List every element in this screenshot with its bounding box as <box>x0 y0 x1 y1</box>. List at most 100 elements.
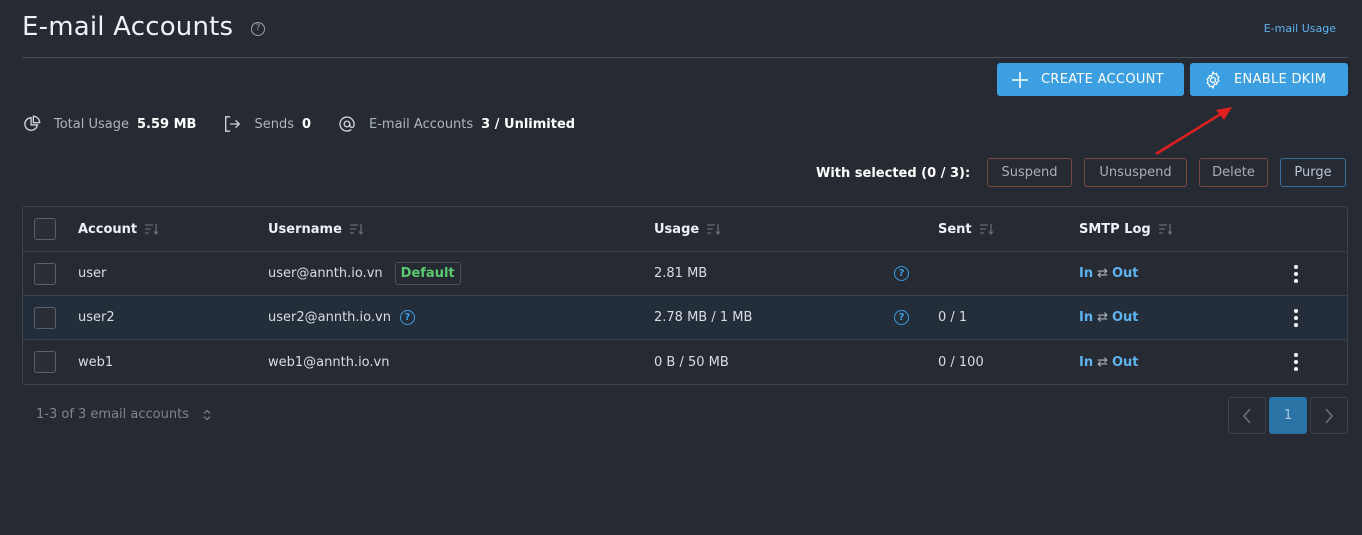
question-circle-icon[interactable]: ? <box>399 310 415 325</box>
purge-button[interactable]: Purge <box>1280 158 1346 187</box>
column-header-username[interactable]: Username <box>268 207 363 251</box>
row-menu-cell <box>1294 252 1298 295</box>
pagination-summary-text: 1-3 of 3 email accounts <box>36 407 189 422</box>
usage-cell: 2.78 MB / 1 MB <box>654 310 753 325</box>
gear-icon <box>1202 69 1224 91</box>
select-all-checkbox-cell <box>34 207 56 251</box>
kebab-menu-icon[interactable] <box>1294 353 1298 371</box>
sort-icon <box>1158 224 1172 235</box>
smtp-out-link[interactable]: Out <box>1112 266 1139 281</box>
column-header-label: Username <box>268 221 342 237</box>
username-text: user2@annth.io.vn <box>268 310 391 325</box>
sign-out-icon <box>222 114 242 134</box>
sort-icon <box>707 224 721 235</box>
column-header-label: SMTP Log <box>1079 221 1151 237</box>
enable-dkim-button[interactable]: ENABLE DKIM <box>1190 63 1348 96</box>
select-all-checkbox[interactable] <box>34 218 56 240</box>
smtp-log-cell: In ⇄ Out <box>1079 296 1139 339</box>
page-1-button[interactable]: 1 <box>1269 397 1307 434</box>
smtp-in-link[interactable]: In <box>1079 266 1093 281</box>
kebab-menu-icon[interactable] <box>1294 308 1298 327</box>
smtp-out-link[interactable]: Out <box>1112 355 1139 370</box>
pagination-summary[interactable]: 1-3 of 3 email accounts <box>36 407 211 422</box>
sort-icon <box>979 224 993 235</box>
at-sign-icon <box>337 114 357 134</box>
question-circle-icon[interactable]: ? <box>894 266 909 281</box>
username-cell: web1@annth.io.vn <box>268 340 389 384</box>
row-checkbox[interactable] <box>34 262 56 285</box>
smtp-separator: ⇄ <box>1097 354 1108 370</box>
row-checkbox[interactable] <box>34 351 56 373</box>
smtp-log-cell: In ⇄ Out <box>1079 252 1139 295</box>
sends-value: 0 <box>301 116 312 132</box>
plus-icon <box>1009 69 1031 91</box>
account-cell: user2 <box>78 310 115 325</box>
username-cell: user@annth.io.vn Default <box>268 252 461 295</box>
smtp-in-link[interactable]: In <box>1079 310 1093 325</box>
table-row[interactable]: web1 web1@annth.io.vn 0 B / 50 MB 0 / 10… <box>23 340 1347 384</box>
table-header: Account Username Usage Sent SMTP Log <box>23 207 1347 252</box>
row-checkbox-cell <box>34 340 56 384</box>
annotation-arrow <box>1155 107 1232 156</box>
enable-dkim-label: ENABLE DKIM <box>1234 72 1327 87</box>
column-header-sent[interactable]: Sent <box>938 207 993 251</box>
email-accounts-value: 3 / Unlimited <box>481 116 576 132</box>
total-usage-value: 5.59 MB <box>137 116 197 132</box>
chevron-left-icon <box>1243 408 1251 423</box>
row-checkbox[interactable] <box>34 306 56 329</box>
chevron-right-icon <box>1325 408 1333 423</box>
smtp-separator: ⇄ <box>1097 310 1108 325</box>
help-icon[interactable]: ? <box>251 22 265 36</box>
row-menu-cell <box>1294 340 1298 384</box>
row-checkbox-cell <box>34 252 56 295</box>
sent-cell: 0 / 1 <box>938 310 968 325</box>
pie-chart-icon <box>22 114 42 134</box>
suspend-button[interactable]: Suspend <box>987 158 1072 187</box>
sort-icon <box>349 224 363 235</box>
question-circle-icon[interactable]: ? <box>894 310 909 325</box>
default-badge: Default <box>394 262 461 285</box>
create-account-label: CREATE ACCOUNT <box>1041 72 1164 87</box>
sort-icon <box>145 224 159 235</box>
unsuspend-button[interactable]: Unsuspend <box>1084 158 1187 187</box>
table-row[interactable]: user2 user2@annth.io.vn ? 2.78 MB / 1 MB… <box>23 296 1347 340</box>
email-accounts-label: E-mail Accounts <box>369 116 474 132</box>
smtp-in-link[interactable]: In <box>1079 355 1093 370</box>
header-divider <box>22 57 1348 58</box>
username-text: web1@annth.io.vn <box>268 354 390 370</box>
previous-page-button[interactable] <box>1228 397 1266 434</box>
usage-stats: Total Usage 5.59 MB Sends 0 E-mail Accou… <box>22 113 601 135</box>
total-usage-label: Total Usage <box>54 116 129 132</box>
next-page-button[interactable] <box>1310 397 1348 434</box>
username-text: user@annth.io.vn <box>268 266 383 281</box>
column-header-label: Sent <box>938 221 972 237</box>
sent-cell: 0 / 100 <box>938 354 984 370</box>
column-header-smtp-log[interactable]: SMTP Log <box>1079 207 1172 251</box>
column-header-usage[interactable]: Usage <box>654 207 721 251</box>
sort-updown-icon <box>203 409 211 421</box>
usage-cell: 2.81 MB <box>654 266 708 281</box>
with-selected-label: With selected (0 / 3): <box>816 166 971 181</box>
usage-help-cell: ? <box>894 296 909 339</box>
sends-label: Sends <box>254 116 294 132</box>
page-title: E-mail Accounts <box>22 12 234 42</box>
column-header-label: Account <box>78 221 138 237</box>
username-cell: user2@annth.io.vn ? <box>268 296 415 339</box>
delete-button[interactable]: Delete <box>1199 158 1268 187</box>
row-checkbox-cell <box>34 296 56 339</box>
kebab-menu-icon[interactable] <box>1294 264 1298 283</box>
column-header-account[interactable]: Account <box>78 207 159 251</box>
email-usage-link[interactable]: E-mail Usage <box>1264 22 1336 35</box>
row-menu-cell <box>1294 296 1298 339</box>
smtp-separator: ⇄ <box>1097 266 1108 281</box>
table-row[interactable]: user user@annth.io.vn Default 2.81 MB ? … <box>23 252 1347 296</box>
account-cell: web1 <box>78 354 114 370</box>
column-header-label: Usage <box>654 221 700 237</box>
account-cell: user <box>78 266 107 281</box>
smtp-log-cell: In ⇄ Out <box>1079 340 1139 384</box>
create-account-button[interactable]: CREATE ACCOUNT <box>997 63 1184 96</box>
usage-help-cell: ? <box>894 252 909 295</box>
usage-cell: 0 B / 50 MB <box>654 354 729 370</box>
accounts-table: Account Username Usage Sent SMTP Log use… <box>22 206 1348 385</box>
smtp-out-link[interactable]: Out <box>1112 310 1139 325</box>
